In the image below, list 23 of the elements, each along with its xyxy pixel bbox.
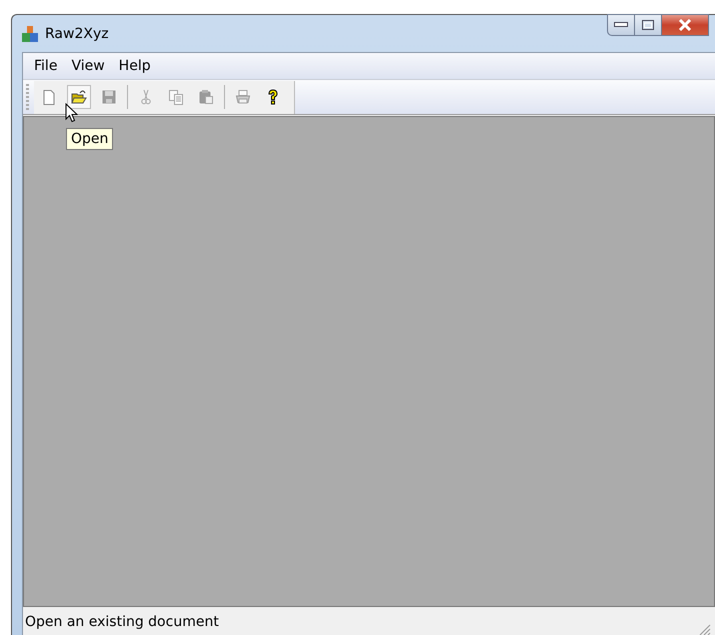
minimize-icon [614,22,628,28]
status-text: Open an existing document [25,614,219,630]
close-icon [678,19,692,31]
maximize-icon [642,20,654,30]
close-button[interactable] [662,14,709,36]
copy-icon [168,89,184,105]
maximize-button[interactable] [635,14,662,36]
clipboard-icon [198,89,214,105]
menu-item[interactable]: File [27,58,64,74]
cursor-icon [65,103,78,123]
tooltip: Open [66,128,114,150]
grip-handle[interactable] [26,84,29,110]
menu-item[interactable]: View [64,58,112,74]
folder-button[interactable] [67,85,91,109]
page-icon [41,89,57,105]
app-icon [21,24,39,42]
resize-grip-icon[interactable] [697,622,711,635]
floppy-icon [101,89,117,105]
folder-icon [71,89,87,105]
printer-icon [235,89,251,105]
menu-item[interactable]: Help [112,58,158,74]
window-title: Raw2Xyz [45,26,109,42]
minimize-button[interactable] [607,14,635,36]
